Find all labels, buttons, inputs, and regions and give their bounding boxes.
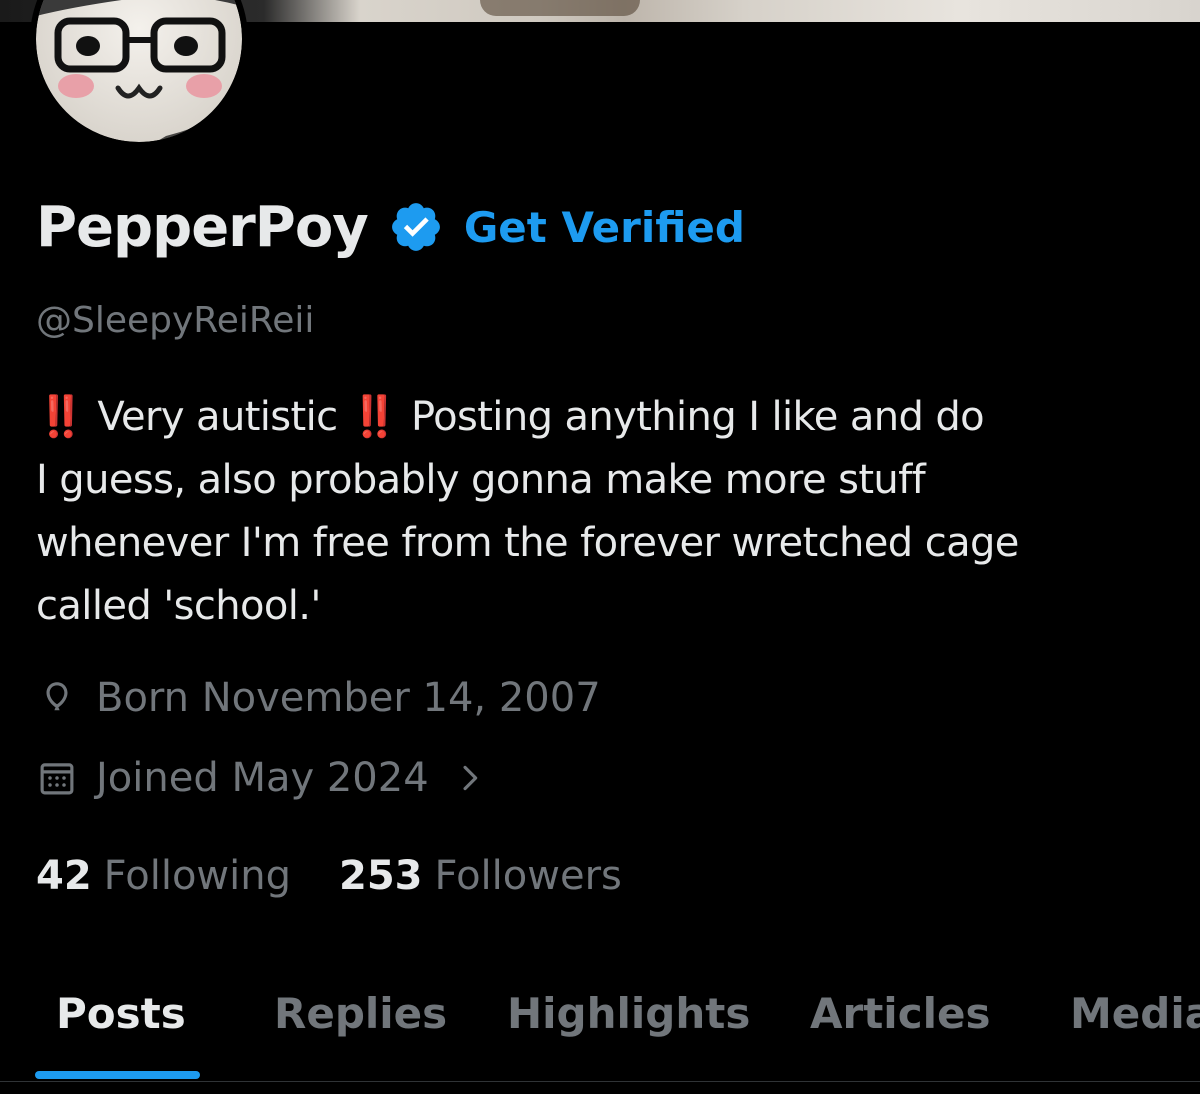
birth-date-row: Born November 14, 2007 — [36, 675, 601, 721]
profile-page: PepperPoy Get Verified @SleepyReiReii ‼️… — [0, 0, 1200, 1094]
tab-articles[interactable]: Articles — [810, 989, 990, 1038]
joined-date-row[interactable]: Joined May 2024 — [36, 755, 487, 801]
followers-label: Followers — [434, 853, 622, 899]
tab-highlights[interactable]: Highlights — [507, 989, 750, 1038]
profile-handle: @SleepyReiReii — [36, 300, 315, 341]
profile-tabs: Posts Replies Highlights Articles Media — [0, 975, 1200, 1094]
get-verified-link[interactable]: Get Verified — [464, 203, 745, 252]
bio-text-3: I guess, also probably gonna make more s… — [36, 457, 926, 503]
tab-media[interactable]: Media — [1070, 989, 1200, 1038]
chevron-right-icon[interactable] — [453, 761, 487, 795]
following-count-link[interactable]: 42 Following — [36, 853, 291, 899]
following-label: Following — [103, 853, 291, 899]
bio-text-4: whenever I'm free from the forever wretc… — [36, 520, 1019, 566]
followers-count: 253 — [339, 853, 423, 899]
avatar[interactable] — [30, 0, 248, 148]
birth-date-text: Born November 14, 2007 — [96, 675, 601, 721]
tab-posts[interactable]: Posts — [56, 989, 186, 1038]
name-row: PepperPoy Get Verified — [36, 192, 745, 262]
follow-counts: 42 Following 253 Followers — [36, 853, 622, 899]
joined-date-text: Joined May 2024 — [96, 755, 429, 801]
double-exclamation-emoji: ‼️ — [349, 394, 400, 440]
avatar-image — [36, 0, 242, 142]
active-tab-indicator — [35, 1071, 200, 1079]
banner-image-detail — [480, 0, 640, 16]
tab-replies[interactable]: Replies — [274, 989, 447, 1038]
following-count: 42 — [36, 853, 92, 899]
followers-count-link[interactable]: 253 Followers — [339, 853, 622, 899]
verified-badge-icon[interactable] — [388, 199, 444, 255]
balloon-icon — [46, 682, 68, 711]
bio-text-5: called 'school.' — [36, 583, 321, 629]
double-exclamation-emoji: ‼️ — [36, 394, 86, 440]
bio-text-1: Very autistic — [97, 394, 338, 440]
bio-text-2: Posting anything I like and do — [411, 394, 985, 440]
display-name: PepperPoy — [36, 194, 369, 260]
tabs-divider — [0, 1081, 1200, 1082]
calendar-icon — [40, 763, 74, 795]
profile-bio: ‼️ Very autistic ‼️ Posting anything I l… — [36, 386, 1156, 638]
